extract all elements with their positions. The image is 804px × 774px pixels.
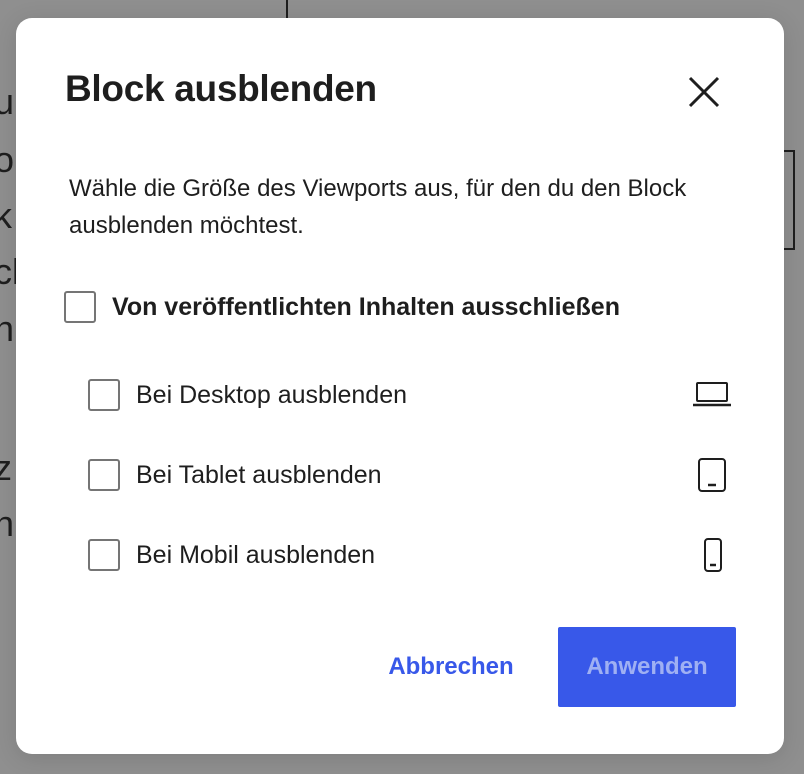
editor-divider — [286, 0, 288, 20]
hide-desktop-option[interactable]: Bei Desktop ausblenden — [88, 379, 407, 411]
mobile-icon — [698, 537, 728, 573]
hide-tablet-checkbox[interactable] — [88, 459, 120, 491]
dialog-description: Wähle die Größe des Viewports aus, für d… — [69, 175, 687, 239]
hide-desktop-label[interactable]: Bei Desktop ausblenden — [136, 381, 407, 410]
hide-block-dialog: Block ausblenden Wähle die Größe des Vie… — [16, 18, 784, 754]
hide-mobile-option[interactable]: Bei Mobil ausblenden — [88, 539, 375, 571]
tablet-icon — [694, 457, 730, 493]
editor-text-fragment: n — [0, 308, 15, 349]
apply-button[interactable]: Anwenden — [558, 627, 736, 707]
hide-tablet-label[interactable]: Bei Tablet ausblenden — [136, 461, 382, 490]
exclude-published-checkbox[interactable] — [64, 291, 96, 323]
exclude-published-option[interactable]: Von veröffentlichten Inhalten ausschließ… — [64, 291, 620, 323]
editor-text-fragment: o — [0, 139, 15, 180]
hide-tablet-option[interactable]: Bei Tablet ausblenden — [88, 459, 382, 491]
desktop-icon — [690, 379, 734, 411]
hide-mobile-label[interactable]: Bei Mobil ausblenden — [136, 541, 375, 570]
dialog-title: Block ausblenden — [65, 68, 377, 109]
close-button[interactable] — [682, 70, 726, 114]
hide-mobile-checkbox[interactable] — [88, 539, 120, 571]
close-icon — [688, 76, 720, 108]
editor-text-fragment: u — [0, 81, 15, 122]
editor-text-fragment: k — [0, 195, 12, 236]
editor-text-fragment: n — [0, 503, 15, 544]
editor-text-fragment: z — [0, 447, 12, 488]
hide-desktop-checkbox[interactable] — [88, 379, 120, 411]
cancel-button[interactable]: Abbrechen — [372, 627, 530, 707]
exclude-published-label[interactable]: Von veröffentlichten Inhalten ausschließ… — [112, 293, 620, 322]
